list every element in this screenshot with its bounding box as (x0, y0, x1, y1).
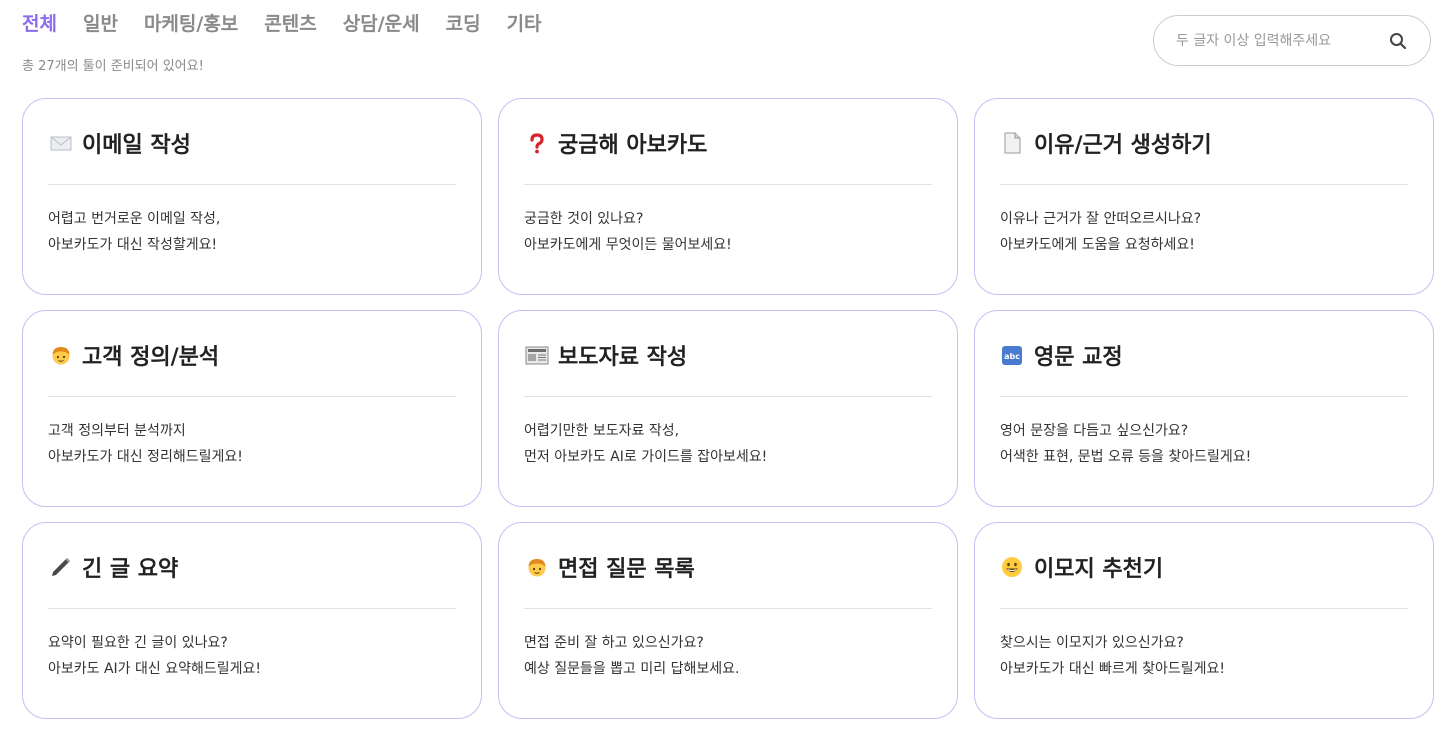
card-description: 어렵기만한 보도자료 작성, 먼저 아보카도 AI로 가이드를 잡아보세요! (524, 423, 768, 465)
tab-all[interactable]: 전체 (22, 9, 57, 36)
tool-card-press-release[interactable]: 보도자료 작성 어렵기만한 보도자료 작성, 먼저 아보카도 AI로 가이드를 … (498, 310, 958, 507)
tab-general[interactable]: 일반 (83, 9, 118, 36)
tool-card-interview[interactable]: 면접 질문 목록 면접 준비 잘 하고 있으신가요? 예상 질문들을 뽑고 미리… (498, 522, 958, 719)
category-tabs: 전체 일반 마케팅/홍보 콘텐츠 상담/운세 코딩 기타 (22, 8, 542, 36)
card-title: 면접 질문 목록 (558, 556, 695, 582)
tool-card-summary[interactable]: 긴 글 요약 요약이 필요한 긴 글이 있나요? 아보카도 AI가 대신 요약해… (22, 522, 482, 719)
card-title: 영문 교정 (1034, 344, 1123, 370)
card-description: 요약이 필요한 긴 글이 있나요? 아보카도 AI가 대신 요약해드릴게요! (48, 635, 261, 677)
tab-etc[interactable]: 기타 (507, 9, 542, 36)
card-description: 어렵고 번거로운 이메일 작성, 아보카도가 대신 작성할게요! (48, 211, 221, 253)
tool-card-emoji[interactable]: 이모지 추천기 찾으시는 이모지가 있으신가요? 아보카도가 대신 빠르게 찾아… (974, 522, 1434, 719)
tab-marketing[interactable]: 마케팅/홍보 (144, 9, 238, 36)
tool-card-english-proofread[interactable]: abc 영문 교정 영어 문장을 다듬고 싶으신가요? 어색한 표현, 문법 오… (974, 310, 1434, 507)
search-input[interactable] (1174, 31, 1380, 50)
tool-card-email[interactable]: 이메일 작성 어렵고 번거로운 이메일 작성, 아보카도가 대신 작성할게요! (22, 98, 482, 295)
card-description: 이유나 근거가 잘 안떠오르시나요? 아보카도에게 도움을 요청하세요! (1000, 211, 1202, 253)
newspaper-icon (524, 344, 550, 366)
card-description: 영어 문장을 다듬고 싶으신가요? 어색한 표현, 문법 오류 등을 찾아드릴게… (1000, 423, 1252, 465)
card-title: 이메일 작성 (82, 132, 191, 158)
search-icon[interactable] (1388, 31, 1408, 51)
person-icon (48, 344, 74, 366)
card-title: 이모지 추천기 (1034, 556, 1164, 582)
abc-icon: abc (1000, 344, 1026, 366)
card-title: 긴 글 요약 (82, 556, 179, 582)
tool-card-curious[interactable]: 궁금해 아보카도 궁금한 것이 있나요? 아보카도에게 무엇이든 물어보세요! (498, 98, 958, 295)
card-title: 고객 정의/분석 (82, 344, 220, 370)
tool-card-customer[interactable]: 고객 정의/분석 고객 정의부터 분석까지 아보카도가 대신 정리해드릴게요! (22, 310, 482, 507)
card-description: 찾으시는 이모지가 있으신가요? 아보카도가 대신 빠르게 찾아드릴게요! (1000, 635, 1226, 677)
question-mark-icon (524, 132, 550, 154)
svg-text:abc: abc (1004, 352, 1020, 361)
envelope-icon (48, 132, 74, 154)
search-box (1153, 15, 1431, 66)
tab-content[interactable]: 콘텐츠 (264, 9, 316, 36)
card-title: 이유/근거 생성하기 (1034, 132, 1212, 158)
card-description: 고객 정의부터 분석까지 아보카도가 대신 정리해드릴게요! (48, 423, 243, 465)
pen-icon (48, 556, 74, 578)
card-description: 궁금한 것이 있나요? 아보카도에게 무엇이든 물어보세요! (524, 211, 732, 253)
card-title: 궁금해 아보카도 (558, 132, 708, 158)
tool-list-page: 전체 일반 마케팅/홍보 콘텐츠 상담/운세 코딩 기타 총 27개의 툴이 준… (0, 0, 1445, 730)
document-icon (1000, 132, 1026, 154)
tab-counseling[interactable]: 상담/운세 (343, 9, 420, 36)
tool-card-reason[interactable]: 이유/근거 생성하기 이유나 근거가 잘 안떠오르시나요? 아보카도에게 도움을… (974, 98, 1434, 295)
card-title: 보도자료 작성 (558, 344, 688, 370)
person-icon (524, 556, 550, 578)
card-description: 면접 준비 잘 하고 있으신가요? 예상 질문들을 뽑고 미리 답해보세요. (524, 635, 740, 677)
tab-coding[interactable]: 코딩 (446, 9, 481, 36)
tool-count-text: 총 27개의 툴이 준비되어 있어요! (22, 59, 204, 74)
tool-card-grid: 이메일 작성 어렵고 번거로운 이메일 작성, 아보카도가 대신 작성할게요! … (22, 98, 1434, 719)
smiley-icon (1000, 556, 1026, 578)
